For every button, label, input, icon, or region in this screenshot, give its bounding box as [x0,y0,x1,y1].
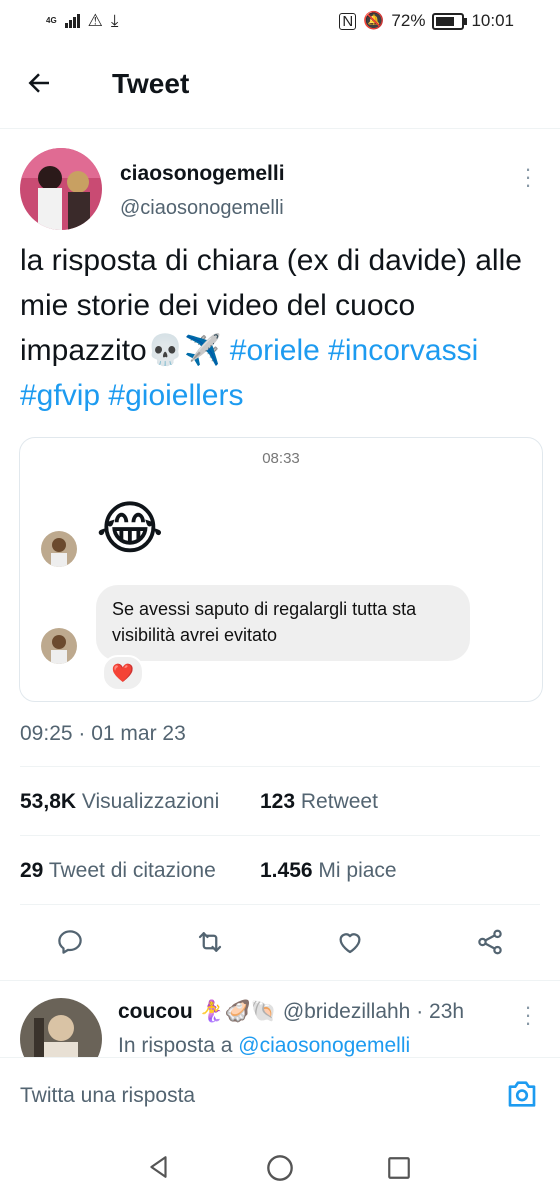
hashtag[interactable]: #gfvip [20,379,100,412]
app-header: Tweet [0,44,560,129]
sender-avatar [41,628,77,664]
sender-avatar [41,531,77,567]
system-nav-bar [0,1130,560,1200]
views-count: 53,8K [20,790,77,813]
in-reply-to: In risposta a @ciaosonogemelli [118,1034,410,1058]
status-left: 4G ⚠ ⤓ [46,11,118,31]
likes-count: 1.456 [260,859,313,882]
reply-composer: Twitta una risposta [0,1057,560,1128]
reply-author-name[interactable]: coucou [118,1000,193,1023]
clock: 10:01 [471,11,514,30]
nav-back-icon[interactable] [146,1154,172,1185]
retweets-count: 123 [260,790,296,813]
message-bubble: Se avessi saputo di regalargli tutta sta… [96,585,470,661]
reply-input[interactable]: Twitta una risposta [20,1084,195,1108]
hashtag[interactable]: #incorvassi [328,334,478,367]
hashtag[interactable]: #oriele [230,334,320,367]
tweet-timestamp: 09:25 · 01 mar 23 [20,722,186,745]
nav-home-icon[interactable] [266,1154,294,1187]
in-reply-handle[interactable]: @ciaosonogemelli [238,1034,410,1057]
retweets-stat[interactable]: 123 Retweet [260,790,378,814]
views-stat: 53,8K Visualizzazioni [20,790,219,814]
author-name[interactable]: ciaosonogemelli [120,162,285,186]
heart-reaction: ❤️ [102,655,144,691]
status-right: N 🔕 72% 10:01 [339,11,514,31]
mute-icon: 🔕 [363,11,385,30]
divider [20,835,540,836]
quotes-stat[interactable]: 29 Tweet di citazione [20,859,216,883]
likes-stat[interactable]: 1.456 Mi piace [260,859,397,883]
quotes-count: 29 [20,859,44,882]
network-type: 4G [46,16,57,25]
reply-time: · 23h [416,1000,465,1023]
author-handle[interactable]: @ciaosonogemelli [120,197,284,220]
reply-header: coucou 🧜‍♀️🦪🐚 @bridezillahh · 23h [118,1000,464,1024]
camera-icon[interactable] [506,1080,538,1113]
retweet-icon[interactable] [190,922,230,962]
media-screenshot[interactable]: 08:33 😂 Se avessi saputo di regalargli t… [19,437,543,702]
divider [0,980,560,981]
share-icon[interactable] [470,922,510,962]
divider [20,766,540,767]
reply-icon[interactable] [50,922,90,962]
download-icon: ⤓ [110,11,119,30]
more-options-icon[interactable]: · · · [518,158,538,196]
heart-icon: ❤️ [111,663,135,683]
in-reply-prefix: In risposta a [118,1034,233,1057]
tweet-text: la risposta di chiara (ex di davide) all… [20,238,540,418]
nav-recents-icon[interactable] [386,1155,412,1186]
signal-icon [64,14,80,28]
reply-author-emojis: 🧜‍♀️🦪🐚 [198,1000,277,1023]
likes-label: Mi piace [318,859,397,882]
like-icon[interactable] [330,922,370,962]
reply-author-handle[interactable]: @bridezillahh [283,1000,411,1023]
status-bar: 4G ⚠ ⤓ N 🔕 72% 10:01 [0,0,560,44]
divider [20,904,540,905]
battery-percent: 72% [391,11,426,30]
emoji-message: 😂 [96,496,164,561]
reply-more-options-icon[interactable]: · · · [518,996,538,1034]
retweets-label: Retweet [300,790,378,813]
hashtag[interactable]: #gioiellers [108,379,243,412]
battery-icon [432,12,468,30]
back-arrow-icon[interactable] [24,68,64,104]
message-time: 08:33 [262,450,300,467]
views-label: Visualizzazioni [81,790,220,813]
nfc-icon: N [339,12,357,30]
warning-icon: ⚠ [87,11,103,30]
quotes-label: Tweet di citazione [48,859,216,882]
page-title: Tweet [112,68,190,99]
avatar[interactable] [20,148,102,230]
